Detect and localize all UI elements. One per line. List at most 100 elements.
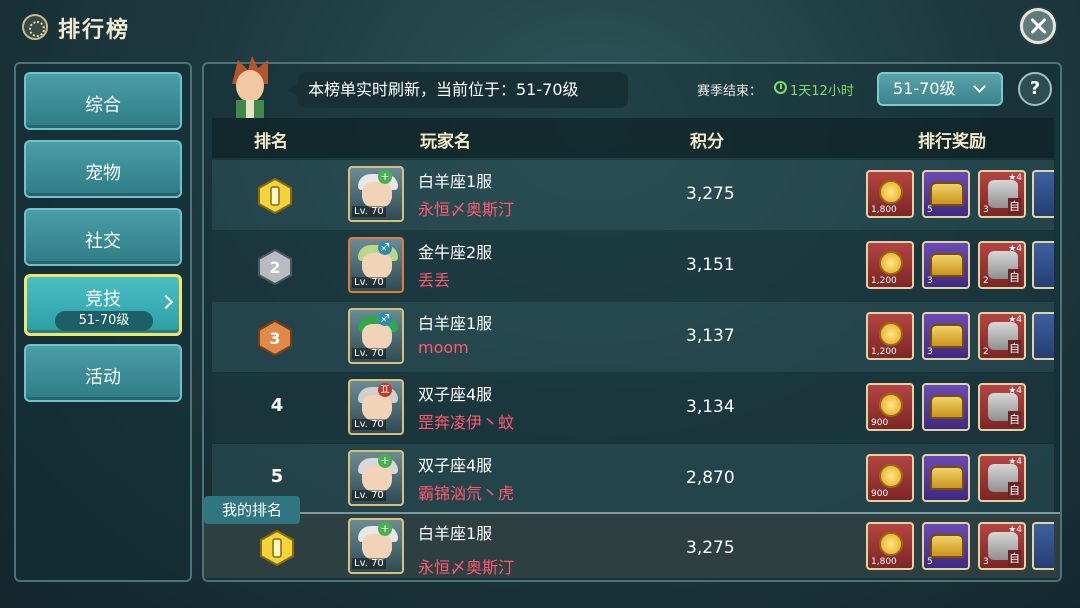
my-rank-row[interactable]: 1 + Lv. 70 白羊座1服 永恒〆奥斯汀 3,275 1,800 5 ★4… xyxy=(204,512,1060,578)
reward-stone[interactable]: ★4 自 3 xyxy=(978,170,1026,218)
player-name: 罡奔凌伊丶蚊 xyxy=(418,413,515,432)
reward-chest[interactable]: 5 xyxy=(922,170,970,218)
reward-chest[interactable] xyxy=(922,454,970,502)
table-row[interactable]: 1 + Lv. 70 白羊座1服 永恒〆奥斯汀 3,275 1,800 5 ★4… xyxy=(212,160,1054,230)
table-row[interactable]: 2 ♐ Lv. 70 金牛座2服 丢丢 3,151 1,200 3 ★4 自 2 xyxy=(212,231,1054,301)
sidebar-item-sublabel: 51-70级 xyxy=(55,311,153,331)
reward-gold-coins[interactable]: 1,200 xyxy=(866,241,914,289)
gold-rank-badge xyxy=(260,530,294,566)
rank-number: 4 xyxy=(270,395,284,416)
reward-gold-coins[interactable]: 900 xyxy=(866,383,914,431)
rank-number: 5 xyxy=(270,466,284,487)
reward-chest[interactable] xyxy=(922,383,970,431)
chest-icon xyxy=(930,534,964,558)
gold-coin-icon xyxy=(879,322,903,346)
player-server: 白羊座1服 xyxy=(418,524,493,543)
add-friend-icon[interactable]: + xyxy=(378,454,392,468)
leaderboard-icon xyxy=(22,14,48,40)
sidebar-item-label: 宠物 xyxy=(85,163,121,184)
add-friend-icon[interactable]: + xyxy=(378,170,392,184)
rank-number: 2 xyxy=(269,258,280,277)
sidebar-item-pets[interactable]: 宠物 xyxy=(24,140,182,198)
self-tag: 自 xyxy=(1008,550,1021,566)
table-row[interactable]: 5 + Lv. 70 双子座4服 霸锦汹氘丶虎 2,870 900 ★4 自 xyxy=(212,444,1054,514)
player-avatar[interactable]: ♐ Lv. 70 xyxy=(348,237,404,293)
sidebar-item-social[interactable]: 社交 xyxy=(24,208,182,266)
player-level: Lv. 70 xyxy=(352,419,386,430)
reward-qty: 5 xyxy=(927,205,933,215)
clock-icon xyxy=(774,81,787,94)
sidebar-item-arena[interactable]: 竞技 51-70级 xyxy=(24,274,182,336)
reward-qty: 1,200 xyxy=(871,276,897,286)
player-server: 白羊座1服 xyxy=(418,314,493,333)
reward-qty: 3 xyxy=(927,276,933,286)
reward-qty: 3 xyxy=(927,347,933,357)
reward-more[interactable] xyxy=(1032,522,1054,570)
sidebar-item-events[interactable]: 活动 xyxy=(24,344,182,402)
player-server: 白羊座1服 xyxy=(418,172,493,191)
reward-more[interactable] xyxy=(1032,312,1054,360)
player-score: 3,134 xyxy=(686,397,735,417)
reward-stone[interactable]: ★4 自 2 xyxy=(978,241,1026,289)
level-range-dropdown[interactable]: 51-70级 xyxy=(877,72,1003,106)
player-level: Lv. 70 xyxy=(352,558,386,569)
sidebar-item-label: 竞技 xyxy=(85,289,121,310)
gold-coin-icon xyxy=(879,393,903,417)
player-avatar[interactable]: + Lv. 70 xyxy=(348,450,404,506)
reward-stone[interactable]: ★4 自 3 xyxy=(978,522,1026,570)
help-button[interactable]: ? xyxy=(1018,72,1052,106)
reward-stone[interactable]: ★4 自 xyxy=(978,383,1026,431)
chest-icon xyxy=(930,466,964,490)
gold-coin-icon xyxy=(879,251,903,275)
player-avatar[interactable]: ♊ Lv. 70 xyxy=(348,379,404,435)
reward-qty: 5 xyxy=(927,557,933,567)
avatar-face xyxy=(362,395,392,421)
self-tag: 自 xyxy=(1008,411,1021,427)
self-tag: 自 xyxy=(1008,198,1021,214)
star-level: ★4 xyxy=(1008,386,1022,396)
reward-stone[interactable]: ★4 自 xyxy=(978,454,1026,502)
zodiac-icon: ♊ xyxy=(378,383,392,397)
add-friend-icon[interactable]: + xyxy=(378,522,392,536)
table-row[interactable]: 3 ♐ Lv. 70 白羊座1服 moom 3,137 1,200 3 ★4 自 2 xyxy=(212,302,1054,372)
player-name: moom xyxy=(418,338,469,357)
player-avatar[interactable]: + Lv. 70 xyxy=(348,166,404,222)
reward-more[interactable] xyxy=(1032,241,1054,289)
reward-qty: 900 xyxy=(871,418,889,428)
my-rank-tag: 我的排名 xyxy=(204,496,300,524)
gold-rank-badge xyxy=(258,178,292,214)
reward-gold-coins[interactable]: 900 xyxy=(866,454,914,502)
player-server: 双子座4服 xyxy=(418,456,493,475)
table-row[interactable]: 4 ♊ Lv. 70 双子座4服 罡奔凌伊丶蚊 3,134 900 ★4 自 xyxy=(212,373,1054,443)
season-end-label: 赛季结束： xyxy=(697,84,763,99)
player-name: 霸锦汹氘丶虎 xyxy=(418,484,515,503)
reward-gold-coins[interactable]: 1,800 xyxy=(866,522,914,570)
reward-gold-coins[interactable]: 1,200 xyxy=(866,312,914,360)
reward-gold-coins[interactable]: 1,800 xyxy=(866,170,914,218)
player-score: 3,151 xyxy=(686,255,735,275)
reward-more[interactable] xyxy=(1032,170,1054,218)
player-score: 3,137 xyxy=(686,326,735,346)
reward-chest[interactable]: 3 xyxy=(922,312,970,360)
star-level: ★4 xyxy=(1008,457,1022,467)
bronze-rank-badge: 3 xyxy=(258,320,292,356)
reward-chest[interactable]: 5 xyxy=(922,522,970,570)
category-sidebar: 综合 宠物 社交 竞技 51-70级 活动 xyxy=(14,62,192,582)
player-server: 金牛座2服 xyxy=(418,243,493,262)
column-header-rewards: 排行奖励 xyxy=(918,132,986,152)
silver-rank-badge: 2 xyxy=(258,249,292,285)
player-avatar[interactable]: ♐ Lv. 70 xyxy=(348,308,404,364)
zodiac-icon: ♐ xyxy=(378,312,392,326)
player-avatar[interactable]: + Lv. 70 xyxy=(348,518,404,574)
reward-qty: 1,200 xyxy=(871,347,897,357)
reward-qty: 900 xyxy=(871,489,889,499)
close-button[interactable] xyxy=(1020,8,1056,44)
npc-avatar xyxy=(232,56,268,118)
reward-qty: 3 xyxy=(983,205,989,215)
self-tag: 自 xyxy=(1008,269,1021,285)
reward-chest[interactable]: 3 xyxy=(922,241,970,289)
reward-stone[interactable]: ★4 自 2 xyxy=(978,312,1026,360)
column-header-rank: 排名 xyxy=(254,132,288,152)
self-tag: 自 xyxy=(1008,482,1021,498)
sidebar-item-general[interactable]: 综合 xyxy=(24,72,182,130)
